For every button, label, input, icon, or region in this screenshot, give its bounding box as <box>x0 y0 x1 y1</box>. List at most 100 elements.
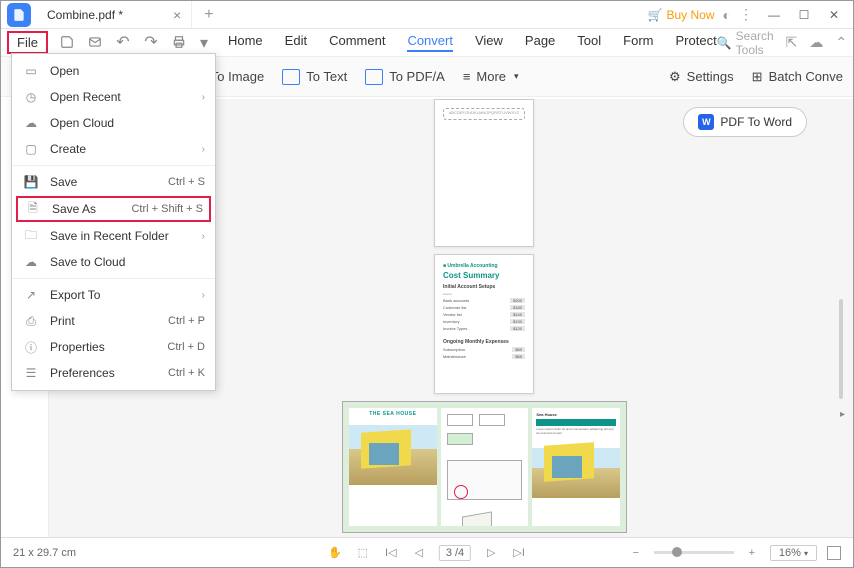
close-window-button[interactable]: ✕ <box>821 5 847 25</box>
add-tab-icon[interactable]: + <box>204 6 213 24</box>
accent-bar <box>536 419 616 426</box>
document-tab[interactable]: Combine.pdf * × <box>37 1 192 28</box>
save-label: Save <box>50 175 168 189</box>
zoom-in-icon[interactable]: + <box>744 547 760 559</box>
preferences-shortcut: Ctrl + K <box>168 367 205 379</box>
file-menu-button[interactable]: File <box>7 31 48 54</box>
menu-home[interactable]: Home <box>228 33 263 52</box>
first-page-icon[interactable]: I◁ <box>383 546 399 559</box>
statusbar: 21 x 29.7 cm ✋ ⬚ I◁ ◁ 3 /4 ▷ ▷I − + 16% … <box>1 537 853 567</box>
architectural-render <box>349 425 437 485</box>
menu-print[interactable]: ⎙PrintCtrl + P <box>12 308 215 334</box>
menu-separator <box>12 165 215 166</box>
menu-save-cloud[interactable]: ☁Save to Cloud <box>12 249 215 275</box>
total-pages: /4 <box>455 547 464 559</box>
zoom-percent: 16% <box>779 547 801 559</box>
search-placeholder: Search Tools <box>736 29 774 57</box>
collapse-ribbon-icon[interactable]: ⌃ <box>835 34 847 51</box>
table-row: Vendor list$140 <box>443 312 525 317</box>
buy-now-link[interactable]: 🛒 Buy Now <box>648 8 715 22</box>
chevron-down-icon: ▾ <box>514 71 519 82</box>
more-button[interactable]: ≡More▾ <box>463 69 519 84</box>
cart-icon: 🛒 <box>648 8 663 22</box>
hand-tool-icon[interactable]: ✋ <box>327 546 343 559</box>
share-icon[interactable]: ⇱ <box>786 34 798 51</box>
zoom-out-icon[interactable]: − <box>628 547 644 559</box>
menu-bar: Home Edit Comment Convert View Page Tool… <box>228 33 717 52</box>
search-tools[interactable]: 🔍 Search Tools <box>717 29 774 57</box>
page2-sub1: Initial Account Setups <box>443 284 525 290</box>
to-text-button[interactable]: To Text <box>282 69 347 85</box>
menu-view[interactable]: View <box>475 33 503 52</box>
gear-icon: ⚙ <box>669 69 681 85</box>
print-icon[interactable] <box>170 33 188 51</box>
pdf-to-word-button[interactable]: W PDF To Word <box>683 107 807 137</box>
print-label: Print <box>50 314 168 328</box>
zoom-value[interactable]: 16% ▾ <box>770 545 817 561</box>
kebab-icon[interactable]: ⋮ <box>739 6 753 23</box>
table-row: Bank accounts$200 <box>443 298 525 303</box>
save-cloud-label: Save to Cloud <box>50 255 205 269</box>
zoom-knob[interactable] <box>672 547 682 557</box>
undo-icon[interactable]: ↶ <box>114 33 132 51</box>
menu-open-cloud[interactable]: ☁Open Cloud <box>12 110 215 136</box>
menu-save-recent-folder[interactable]: 🗀Save in Recent Folder› <box>12 223 215 249</box>
next-page-icon[interactable]: ▷ <box>483 546 499 559</box>
to-text-label: To Text <box>306 69 347 84</box>
page-thumbnail-1[interactable]: ABCDEFGHIJKLMNOPQRSTUVWXYZ <box>434 99 534 247</box>
zoom-slider[interactable] <box>654 551 734 554</box>
page2-title: Cost Summary <box>443 271 525 280</box>
page-indicator[interactable]: 3 /4 <box>439 545 471 561</box>
qat-dropdown-icon[interactable]: ▾ <box>200 33 208 53</box>
menu-form[interactable]: Form <box>623 33 653 52</box>
current-page: 3 <box>446 547 452 559</box>
info-box <box>447 414 473 426</box>
table-row: Subscription$89 <box>443 347 525 352</box>
menu-create[interactable]: ▢Create› <box>12 136 215 162</box>
preferences-icon: ☰ <box>22 365 40 381</box>
submenu-arrow-icon: › <box>202 290 205 301</box>
last-page-icon[interactable]: ▷I <box>511 546 527 559</box>
menu-save-as[interactable]: 🗎Save AsCtrl + Shift + S <box>16 196 211 222</box>
maximize-button[interactable]: ☐ <box>791 5 817 25</box>
fit-page-icon[interactable] <box>827 546 841 560</box>
menu-protect[interactable]: Protect <box>676 33 717 52</box>
export-icon: ↗ <box>22 287 40 303</box>
menu-open-recent[interactable]: ◷Open Recent› <box>12 84 215 110</box>
prev-page-icon[interactable]: ◁ <box>411 546 427 559</box>
menu-page[interactable]: Page <box>525 33 555 52</box>
menu-comment[interactable]: Comment <box>329 33 385 52</box>
redo-icon[interactable]: ↷ <box>142 33 160 51</box>
clock-icon: ◷ <box>22 89 40 105</box>
menu-tool[interactable]: Tool <box>577 33 601 52</box>
scrollbar[interactable] <box>839 299 843 399</box>
properties-shortcut: Ctrl + D <box>167 341 205 353</box>
menu-export[interactable]: ↗Export To› <box>12 282 215 308</box>
page-thumbnail-2[interactable]: ■ Umbrella Accounting Cost Summary Initi… <box>434 254 534 394</box>
mail-icon[interactable] <box>86 33 104 51</box>
subpage-plans <box>441 408 529 526</box>
menu-preferences[interactable]: ☰PreferencesCtrl + K <box>12 360 215 386</box>
menu-open[interactable]: ▭Open <box>12 58 215 84</box>
submenu-arrow-icon: › <box>202 92 205 103</box>
settings-button[interactable]: ⚙Settings <box>669 69 734 85</box>
cloud-upload-icon[interactable]: ☁ <box>809 34 823 51</box>
sea-house-title: THE SEA HOUSE <box>349 408 437 417</box>
menu-properties[interactable]: ⓘPropertiesCtrl + D <box>12 334 215 360</box>
file-menu-dropdown: ▭Open ◷Open Recent› ☁Open Cloud ▢Create›… <box>11 53 216 391</box>
menu-convert[interactable]: Convert <box>407 33 453 52</box>
save-as-label: Save As <box>52 202 131 216</box>
menu-edit[interactable]: Edit <box>285 33 307 52</box>
print-icon: ⎙ <box>22 313 40 329</box>
batch-convert-button[interactable]: ⊞Batch Conve <box>752 69 843 85</box>
pdf-to-word-label: PDF To Word <box>720 115 792 129</box>
select-tool-icon[interactable]: ⬚ <box>355 546 371 559</box>
to-pdfa-button[interactable]: To PDF/A <box>365 69 445 85</box>
minimize-button[interactable]: — <box>761 5 787 25</box>
save-icon[interactable] <box>58 33 76 51</box>
user-icon[interactable]: ◐ <box>723 7 731 23</box>
menu-save[interactable]: 💾SaveCtrl + S <box>12 169 215 195</box>
page-thumbnail-3[interactable]: THE SEA HOUSE <box>342 401 627 533</box>
close-tab-icon[interactable]: × <box>173 7 181 23</box>
scroll-right-icon[interactable]: ▸ <box>840 409 845 420</box>
